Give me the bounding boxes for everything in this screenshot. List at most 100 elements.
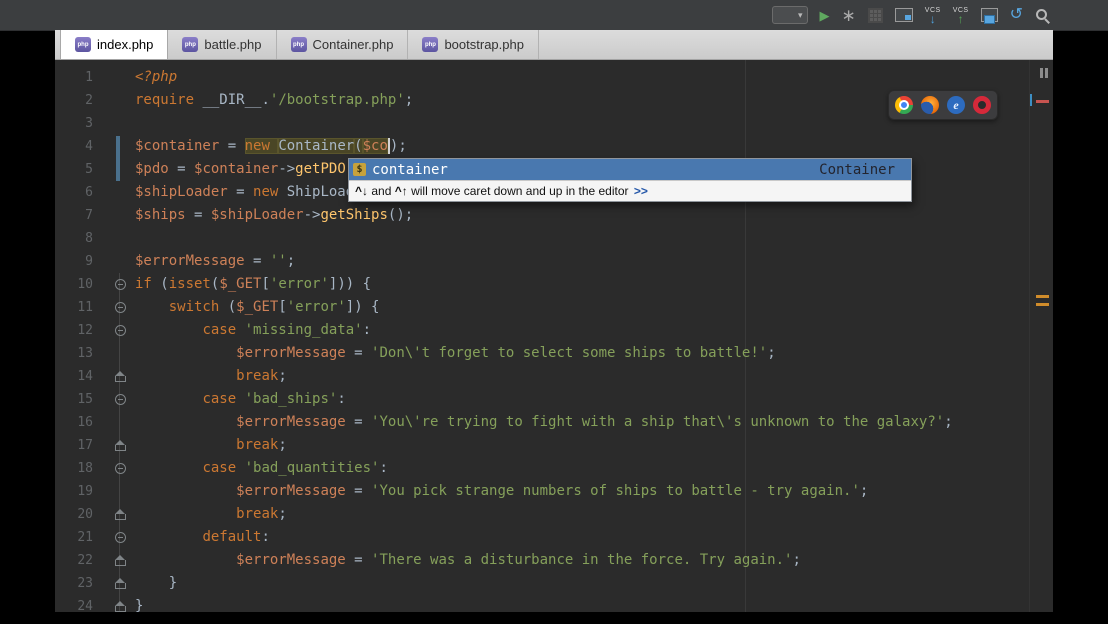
code-text: case 'missing_data':: [202, 322, 372, 338]
error-stripe[interactable]: [1029, 60, 1053, 612]
code-line[interactable]: 13 $errorMessage = 'Don\'t forget to sel…: [55, 342, 1053, 365]
fold-marker-open[interactable]: [105, 319, 135, 342]
line-number: 4: [85, 139, 93, 154]
variable-icon: $: [353, 163, 366, 176]
arrow-down-icon: ↓: [929, 11, 936, 26]
code-line[interactable]: 4 $container = new Container($co);: [55, 135, 1053, 158]
opera-icon[interactable]: [973, 96, 991, 114]
fold-column: [105, 181, 135, 204]
code-line[interactable]: 8: [55, 227, 1053, 250]
php-file-icon: php: [422, 37, 439, 52]
code-line[interactable]: 24}: [55, 595, 1053, 612]
fold-marker-open[interactable]: [105, 388, 135, 411]
line-number: 22: [77, 553, 93, 568]
code-line[interactable]: 10 if (isset($_GET['error'])) {: [55, 273, 1053, 296]
fold-marker-open[interactable]: [105, 296, 135, 319]
firefox-icon[interactable]: [921, 96, 939, 114]
line-number: 20: [77, 507, 93, 522]
fold-marker-close[interactable]: [105, 549, 135, 572]
deployment-icon: [894, 8, 913, 22]
editor[interactable]: 1 <?php 2 require __DIR__.'/bootstrap.php';…: [55, 60, 1053, 612]
error-stripe-mark[interactable]: [1036, 100, 1049, 103]
code-line[interactable]: 12 case 'missing_data':: [55, 319, 1053, 342]
line-number: 17: [77, 438, 93, 453]
line-number: 13: [77, 346, 93, 361]
vcs-commit-button[interactable]: VCS ↑: [953, 7, 969, 25]
hint-more-link[interactable]: >>: [634, 184, 648, 198]
code-text: break;: [236, 506, 287, 522]
tab-index-php[interactable]: php index.php: [60, 30, 169, 59]
php-file-icon: php: [182, 37, 199, 52]
code-text: $errorMessage = 'You\'re trying to fight…: [236, 414, 953, 430]
run-config-dropdown[interactable]: ▾: [771, 6, 808, 24]
php-file-icon: php: [290, 37, 307, 52]
tab-battle-php[interactable]: php battle.php: [168, 30, 277, 59]
code-text: <?php: [135, 69, 178, 85]
internet-explorer-icon[interactable]: e: [947, 96, 965, 114]
fold-marker-open[interactable]: [105, 457, 135, 480]
code-line[interactable]: 15 case 'bad_ships':: [55, 388, 1053, 411]
code-line[interactable]: 21 default:: [55, 526, 1053, 549]
main-toolbar: ▾ ▶ ∗ VCS ↓ VCS ↑ ↺: [0, 0, 1108, 31]
code-text: break;: [236, 368, 287, 384]
fold-column: [105, 342, 135, 365]
code-line[interactable]: 17 break;: [55, 434, 1053, 457]
show-changes-button[interactable]: [980, 8, 998, 24]
code-text: $pdo = $container->getPDO();: [135, 161, 371, 177]
caret-stripe-mark[interactable]: [1030, 94, 1032, 106]
fold-marker-open[interactable]: [105, 526, 135, 549]
fold-marker-close[interactable]: [105, 365, 135, 388]
code-line[interactable]: 18 case 'bad_quantities':: [55, 457, 1053, 480]
chrome-icon[interactable]: [895, 96, 913, 114]
code-text: $errorMessage = 'There was a disturbance…: [236, 552, 801, 568]
code-text: $container = new Container($co);: [135, 138, 407, 154]
line-number: 11: [77, 300, 93, 315]
line-number: 9: [85, 254, 93, 269]
pause-icon[interactable]: [1040, 68, 1048, 78]
code-text: require __DIR__.'/bootstrap.php';: [135, 92, 414, 108]
code-line[interactable]: 20 break;: [55, 503, 1053, 526]
code-line[interactable]: 23 }: [55, 572, 1053, 595]
code-area[interactable]: 1 <?php 2 require __DIR__.'/bootstrap.php';…: [55, 66, 1053, 612]
code-line[interactable]: 7 $ships = $shipLoader->getShips();: [55, 204, 1053, 227]
vcs-update-button[interactable]: VCS ↓: [925, 7, 941, 26]
deployment-button[interactable]: [894, 8, 913, 22]
toolbar-icons: ▾ ▶ ∗ VCS ↓ VCS ↑ ↺: [771, 0, 1050, 30]
search-icon[interactable]: [1035, 8, 1050, 24]
code-line[interactable]: 9 $errorMessage = '';: [55, 250, 1053, 273]
code-line[interactable]: 19 $errorMessage = 'You pick strange num…: [55, 480, 1053, 503]
line-number: 19: [77, 484, 93, 499]
tab-container-php[interactable]: php Container.php: [277, 30, 409, 59]
fold-column: [105, 66, 135, 89]
code-line[interactable]: 16 $errorMessage = 'You\'re trying to fi…: [55, 411, 1053, 434]
fold-marker-close[interactable]: [105, 572, 135, 595]
code-text: default:: [202, 529, 270, 545]
completion-popup: $ container Container ^↓ and ^↑ will mov…: [348, 158, 912, 202]
run-button[interactable]: ▶: [820, 9, 830, 22]
code-line[interactable]: 1 <?php: [55, 66, 1053, 89]
warning-stripe-mark[interactable]: [1036, 303, 1049, 306]
code-line[interactable]: 14 break;: [55, 365, 1053, 388]
fold-marker-open[interactable]: [105, 273, 135, 296]
line-number: 10: [77, 277, 93, 292]
screen: ▾ ▶ ∗ VCS ↓ VCS ↑ ↺ php index.php php ba…: [0, 0, 1108, 624]
fold-marker-close[interactable]: [105, 595, 135, 612]
disabled-tool-icon: [867, 7, 883, 23]
hint-text: and: [368, 184, 395, 198]
warning-stripe-mark[interactable]: [1036, 295, 1049, 298]
fold-column: [105, 135, 135, 158]
line-number: 15: [77, 392, 93, 407]
code-text: if (isset($_GET['error'])) {: [135, 276, 372, 292]
editor-tabs: php index.php php battle.php php Contain…: [55, 30, 1053, 60]
code-text: }: [135, 575, 178, 591]
run-with-coverage-icon[interactable]: ∗: [842, 7, 856, 24]
code-text: $errorMessage = 'Don\'t forget to select…: [236, 345, 776, 361]
code-line[interactable]: 22 $errorMessage = 'There was a disturba…: [55, 549, 1053, 572]
code-line[interactable]: 11 switch ($_GET['error']) {: [55, 296, 1053, 319]
fold-marker-close[interactable]: [105, 503, 135, 526]
tab-bootstrap-php[interactable]: php bootstrap.php: [408, 30, 539, 59]
fold-marker-close[interactable]: [105, 434, 135, 457]
completion-item-container[interactable]: $ container Container: [349, 159, 911, 180]
code-text: $ships = $shipLoader->getShips();: [135, 207, 414, 223]
undo-button[interactable]: ↺: [1010, 7, 1023, 23]
